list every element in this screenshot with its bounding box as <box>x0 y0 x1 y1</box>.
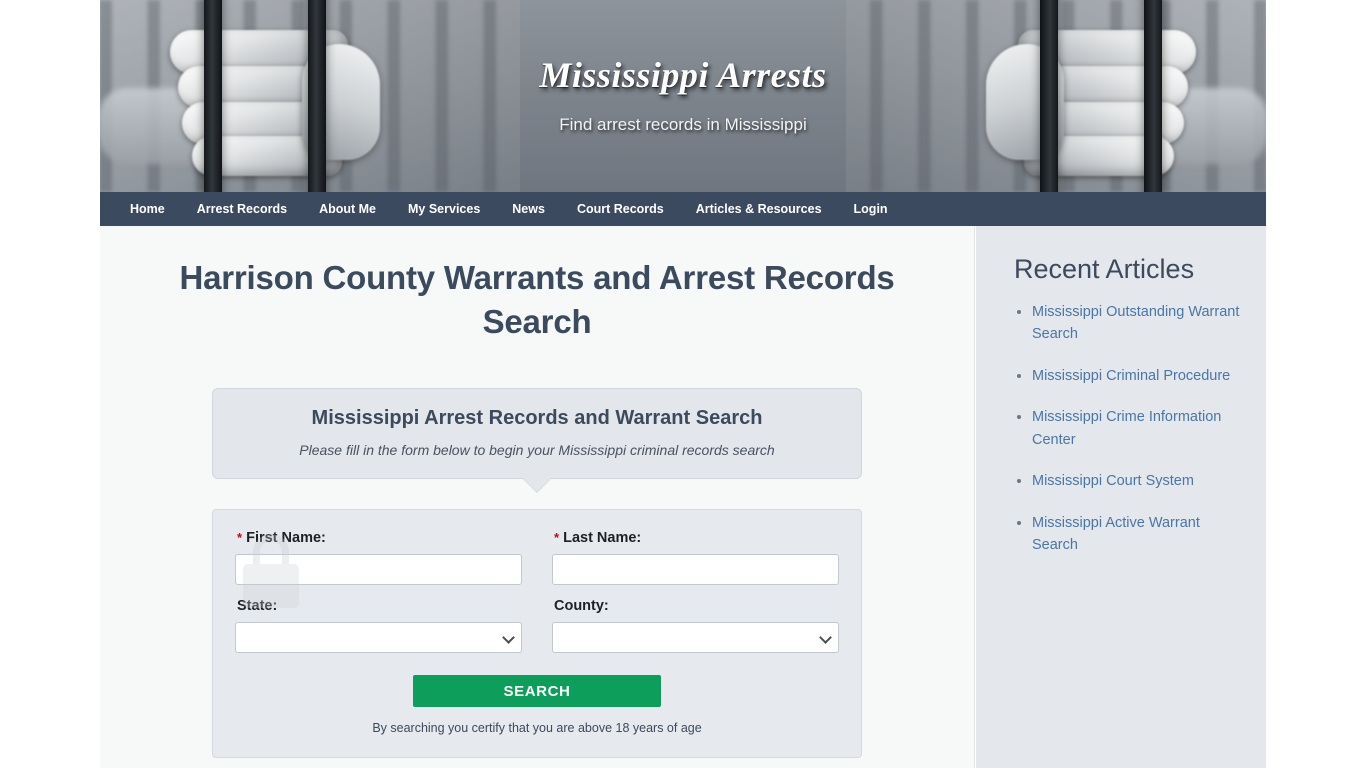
state-group: State: <box>235 596 522 654</box>
county-label: County: <box>554 598 609 615</box>
nav-item-my-services[interactable]: My Services <box>392 192 496 226</box>
nav-item-articles-resources[interactable]: Articles & Resources <box>680 192 838 226</box>
nav-item-home[interactable]: Home <box>114 192 181 226</box>
nav-item-arrest-records[interactable]: Arrest Records <box>181 192 303 226</box>
list-item: Mississippi Active Warrant Search <box>1032 512 1244 557</box>
sidebar-heading: Recent Articles <box>1014 254 1195 284</box>
sidebar-article-link-crime-information-center[interactable]: Mississippi Crime Information Center <box>1032 409 1221 447</box>
required-marker-icon: * <box>237 530 243 546</box>
callout-subtext: Please fill in the form below to begin y… <box>299 442 775 459</box>
site-banner: Mississippi Arrests Find arrest records … <box>100 0 1266 192</box>
list-item: Mississippi Crime Information Center <box>1032 406 1244 451</box>
recent-articles-list: Mississippi Outstanding Warrant Search M… <box>976 301 1266 557</box>
nav-item-login[interactable]: Login <box>838 192 904 226</box>
last-name-group: * Last Name: <box>552 528 839 586</box>
county-select[interactable] <box>552 622 839 654</box>
page-root: Mississippi Arrests Find arrest records … <box>0 0 1366 768</box>
county-select-wrapper <box>552 622 839 654</box>
row-spacer <box>235 585 839 596</box>
first-name-label-text: First Name: <box>246 530 326 547</box>
state-select-wrapper <box>235 622 522 654</box>
last-name-input[interactable] <box>552 554 839 586</box>
search-callout: Mississippi Arrest Records and Warrant S… <box>212 388 862 493</box>
first-name-input[interactable] <box>235 554 522 586</box>
sidebar-article-link-outstanding-warrant-search[interactable]: Mississippi Outstanding Warrant Search <box>1032 304 1239 342</box>
callout-pointer-icon <box>523 478 551 493</box>
banner-text-block: Mississippi Arrests Find arrest records … <box>100 0 1266 192</box>
state-select[interactable] <box>235 622 522 654</box>
sidebar-article-link-active-warrant-search[interactable]: Mississippi Active Warrant Search <box>1032 515 1200 553</box>
site-title: Mississippi Arrests <box>539 55 827 95</box>
county-group: County: <box>552 596 839 654</box>
callout-heading: Mississippi Arrest Records and Warrant S… <box>311 407 763 430</box>
first-name-label: * First Name: <box>237 530 522 546</box>
search-button[interactable]: SEARCH <box>413 675 661 708</box>
main-content: Harrison County Warrants and Arrest Reco… <box>100 226 975 768</box>
list-item: Mississippi Criminal Procedure <box>1032 365 1244 387</box>
sidebar-article-link-court-system[interactable]: Mississippi Court System <box>1032 473 1194 489</box>
list-item: Mississippi Court System <box>1032 470 1244 492</box>
nav-item-about-me[interactable]: About Me <box>303 192 392 226</box>
location-fields-row: State: County: <box>235 596 839 654</box>
arrest-records-search-form: * First Name: * Last Name: State: County… <box>212 509 862 759</box>
site-tagline: Find arrest records in Mississippi <box>559 115 807 134</box>
list-item: Mississippi Outstanding Warrant Search <box>1032 301 1244 346</box>
search-button-wrapper: SEARCH <box>235 675 839 708</box>
first-name-group: * First Name: <box>235 528 522 586</box>
nav-item-court-records[interactable]: Court Records <box>561 192 680 226</box>
age-disclaimer: By searching you certify that you are ab… <box>372 721 702 736</box>
required-marker-icon: * <box>554 530 560 546</box>
sidebar: Recent Articles Mississippi Outstanding … <box>976 226 1266 768</box>
last-name-label: * Last Name: <box>554 530 839 546</box>
sidebar-article-link-criminal-procedure[interactable]: Mississippi Criminal Procedure <box>1032 368 1230 384</box>
name-fields-row: * First Name: * Last Name: <box>235 528 839 586</box>
page-title: Harrison County Warrants and Arrest Reco… <box>179 259 895 341</box>
state-label: State: <box>237 598 278 615</box>
main-navigation: Home Arrest Records About Me My Services… <box>100 192 1266 226</box>
nav-item-news[interactable]: News <box>496 192 561 226</box>
last-name-label-text: Last Name: <box>563 530 642 547</box>
